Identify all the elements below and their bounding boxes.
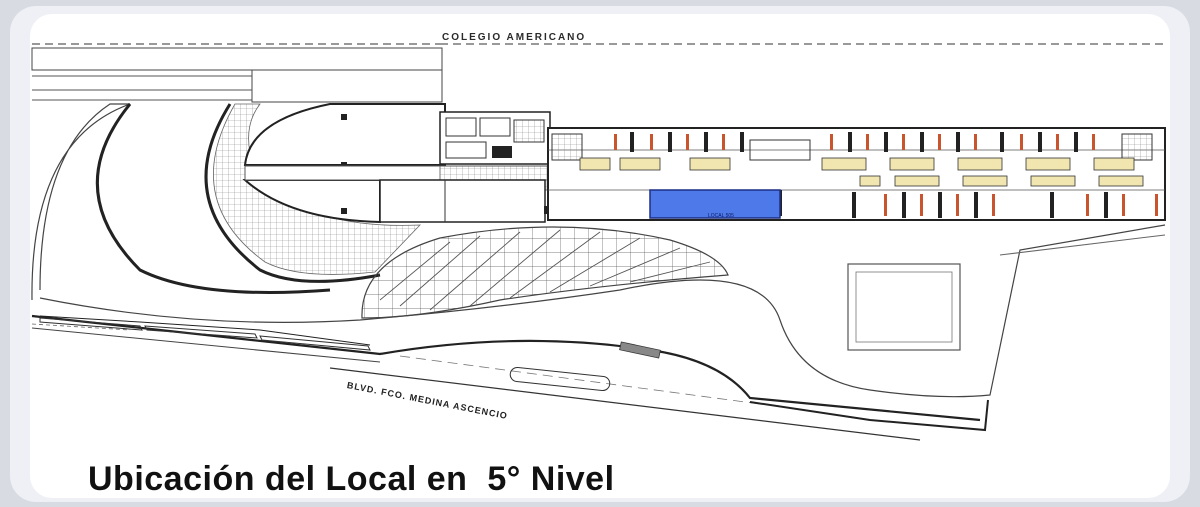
school-label: COLEGIO AMERICANO [442,32,587,43]
floor-plan-drawing [31,43,1168,441]
local-label: LOCAL 505 [708,213,734,219]
floor-plan-sheet: COLEGIO AMERICANO LOCAL 505 BLVD. FCO. M… [30,14,1170,498]
caption: Ubicación del Local en 5° Nivel [88,460,615,498]
